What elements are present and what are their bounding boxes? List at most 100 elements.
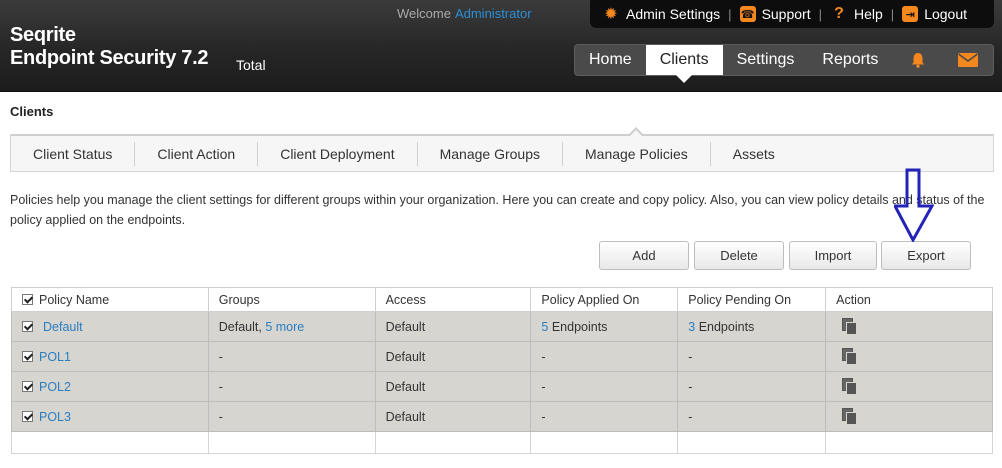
copy-icon[interactable] — [842, 407, 858, 425]
applied-on-cell: - — [530, 341, 679, 372]
policy-name-cell: POL3 — [11, 401, 209, 432]
main-nav: Home Clients Settings Reports — [574, 44, 994, 83]
delete-button[interactable]: Delete — [694, 241, 784, 270]
help-link[interactable]: ? Help — [824, 5, 889, 23]
page-description: Policies help you manage the client sett… — [10, 193, 985, 227]
logout-icon: ⇥ — [902, 6, 919, 22]
admin-settings-label: Admin Settings — [626, 6, 721, 22]
policy-link[interactable]: POL2 — [39, 380, 71, 394]
support-link[interactable]: ☎ Support — [734, 6, 817, 22]
policy-link[interactable]: Default — [43, 320, 83, 334]
column-header-groups: Groups — [207, 287, 376, 312]
row-checkbox[interactable] — [22, 380, 33, 392]
product-logo: Seqrite Endpoint Security 7.2 — [10, 24, 208, 70]
tab-manage-groups[interactable]: Manage Groups — [418, 141, 563, 166]
pending-on-cell: - — [677, 401, 827, 432]
tab-client-action[interactable]: Client Action — [135, 141, 259, 166]
action-cell — [825, 401, 993, 432]
bell-icon-graphic — [911, 53, 924, 68]
row-checkbox[interactable] — [22, 410, 33, 422]
nav-reports[interactable]: Reports — [808, 45, 892, 75]
copy-icon[interactable] — [842, 347, 858, 365]
pending-suffix: Endpoints — [695, 319, 755, 334]
tab-client-status[interactable]: Client Status — [11, 141, 136, 166]
tab-assets[interactable]: Assets — [711, 142, 797, 166]
add-button[interactable]: Add — [599, 241, 689, 270]
policy-name-cell: POL1 — [11, 341, 209, 372]
policy-name-cell: Default — [11, 311, 209, 342]
edition-label: Total — [236, 57, 266, 73]
policy-name-header-label: Policy Name — [39, 292, 110, 307]
nav-home[interactable]: Home — [575, 45, 646, 75]
pending-on-cell: 3 Endpoints — [677, 311, 827, 342]
applied-on-cell: - — [530, 371, 679, 402]
logout-label: Logout — [924, 6, 968, 22]
groups-more-link[interactable]: 5 more — [265, 320, 304, 334]
table-row: POL2 - Default - - — [11, 371, 993, 402]
action-cell — [825, 341, 993, 372]
policy-link[interactable]: POL3 — [39, 410, 71, 424]
access-cell: Default — [374, 401, 532, 432]
help-label: Help — [854, 6, 883, 22]
pending-on-cell: - — [677, 371, 827, 402]
empty-cell — [11, 431, 209, 454]
row-checkbox[interactable] — [22, 350, 33, 362]
gear-icon: ✹ — [604, 6, 618, 23]
support-label: Support — [761, 6, 811, 22]
applied-suffix: Endpoints — [548, 319, 608, 334]
policy-link[interactable]: POL1 — [39, 350, 71, 364]
groups-cell: - — [207, 401, 376, 432]
pending-on-cell: - — [677, 341, 827, 372]
table-row: POL3 - Default - - — [11, 401, 993, 432]
copy-icon[interactable] — [842, 317, 858, 335]
column-header-policy-name: Policy Name — [11, 287, 209, 312]
tab-client-deployment[interactable]: Client Deployment — [258, 141, 418, 166]
action-cell — [825, 311, 993, 342]
import-button[interactable]: Import — [789, 241, 877, 270]
nav-clients[interactable]: Clients — [645, 45, 723, 83]
support-icon: ☎ — [739, 6, 756, 22]
table-header-row: Policy Name Groups Access Policy Applied… — [11, 287, 993, 312]
access-cell: Default — [374, 311, 532, 342]
bell-icon[interactable] — [892, 45, 942, 75]
groups-cell: - — [207, 371, 376, 402]
empty-cell — [825, 431, 993, 454]
user-link[interactable]: Administrator — [455, 6, 532, 21]
empty-cell — [530, 431, 679, 454]
table-row: Default Default, 5 more Default 5 Endpoi… — [11, 311, 993, 342]
nav-settings[interactable]: Settings — [723, 45, 809, 75]
brand-name: Seqrite — [10, 24, 76, 46]
empty-row — [11, 431, 993, 454]
column-header-action: Action — [825, 287, 993, 312]
help-icon: ? — [834, 5, 844, 22]
empty-cell — [677, 431, 827, 454]
logout-link[interactable]: ⇥ Logout — [896, 6, 973, 22]
groups-cell: - — [207, 341, 376, 372]
export-button[interactable]: Export — [881, 241, 971, 270]
policy-name-cell: POL2 — [11, 371, 209, 402]
welcome-text: Welcome Administrator — [397, 6, 532, 21]
empty-cell — [207, 431, 376, 454]
divider: | — [890, 6, 895, 22]
admin-settings-link[interactable]: ✹ Admin Settings — [596, 5, 726, 23]
product-name: Endpoint Security 7.2 — [10, 47, 209, 69]
welcome-label: Welcome — [397, 6, 451, 21]
applied-on-cell: - — [530, 401, 679, 432]
access-cell: Default — [374, 341, 532, 372]
column-header-access: Access — [374, 287, 532, 312]
app-header: Seqrite Endpoint Security 7.2 Total Welc… — [0, 0, 1002, 92]
top-utility-bar: ✹ Admin Settings | ☎ Support | ? Help | … — [590, 0, 994, 28]
copy-icon[interactable] — [842, 377, 858, 395]
mail-icon[interactable] — [943, 45, 993, 75]
select-all-checkbox[interactable] — [22, 293, 33, 305]
divider: | — [818, 6, 822, 22]
column-header-applied-on: Policy Applied On — [530, 287, 679, 312]
tab-manage-policies[interactable]: Manage Policies — [563, 126, 711, 166]
row-checkbox[interactable] — [22, 320, 33, 332]
action-cell — [825, 371, 993, 402]
clients-subnav: Client Status Client Action Client Deplo… — [10, 126, 994, 172]
column-header-pending-on: Policy Pending On — [677, 287, 827, 312]
groups-text: Default, — [218, 319, 266, 334]
access-cell: Default — [374, 371, 532, 402]
annotation-arrow-icon — [894, 168, 934, 242]
